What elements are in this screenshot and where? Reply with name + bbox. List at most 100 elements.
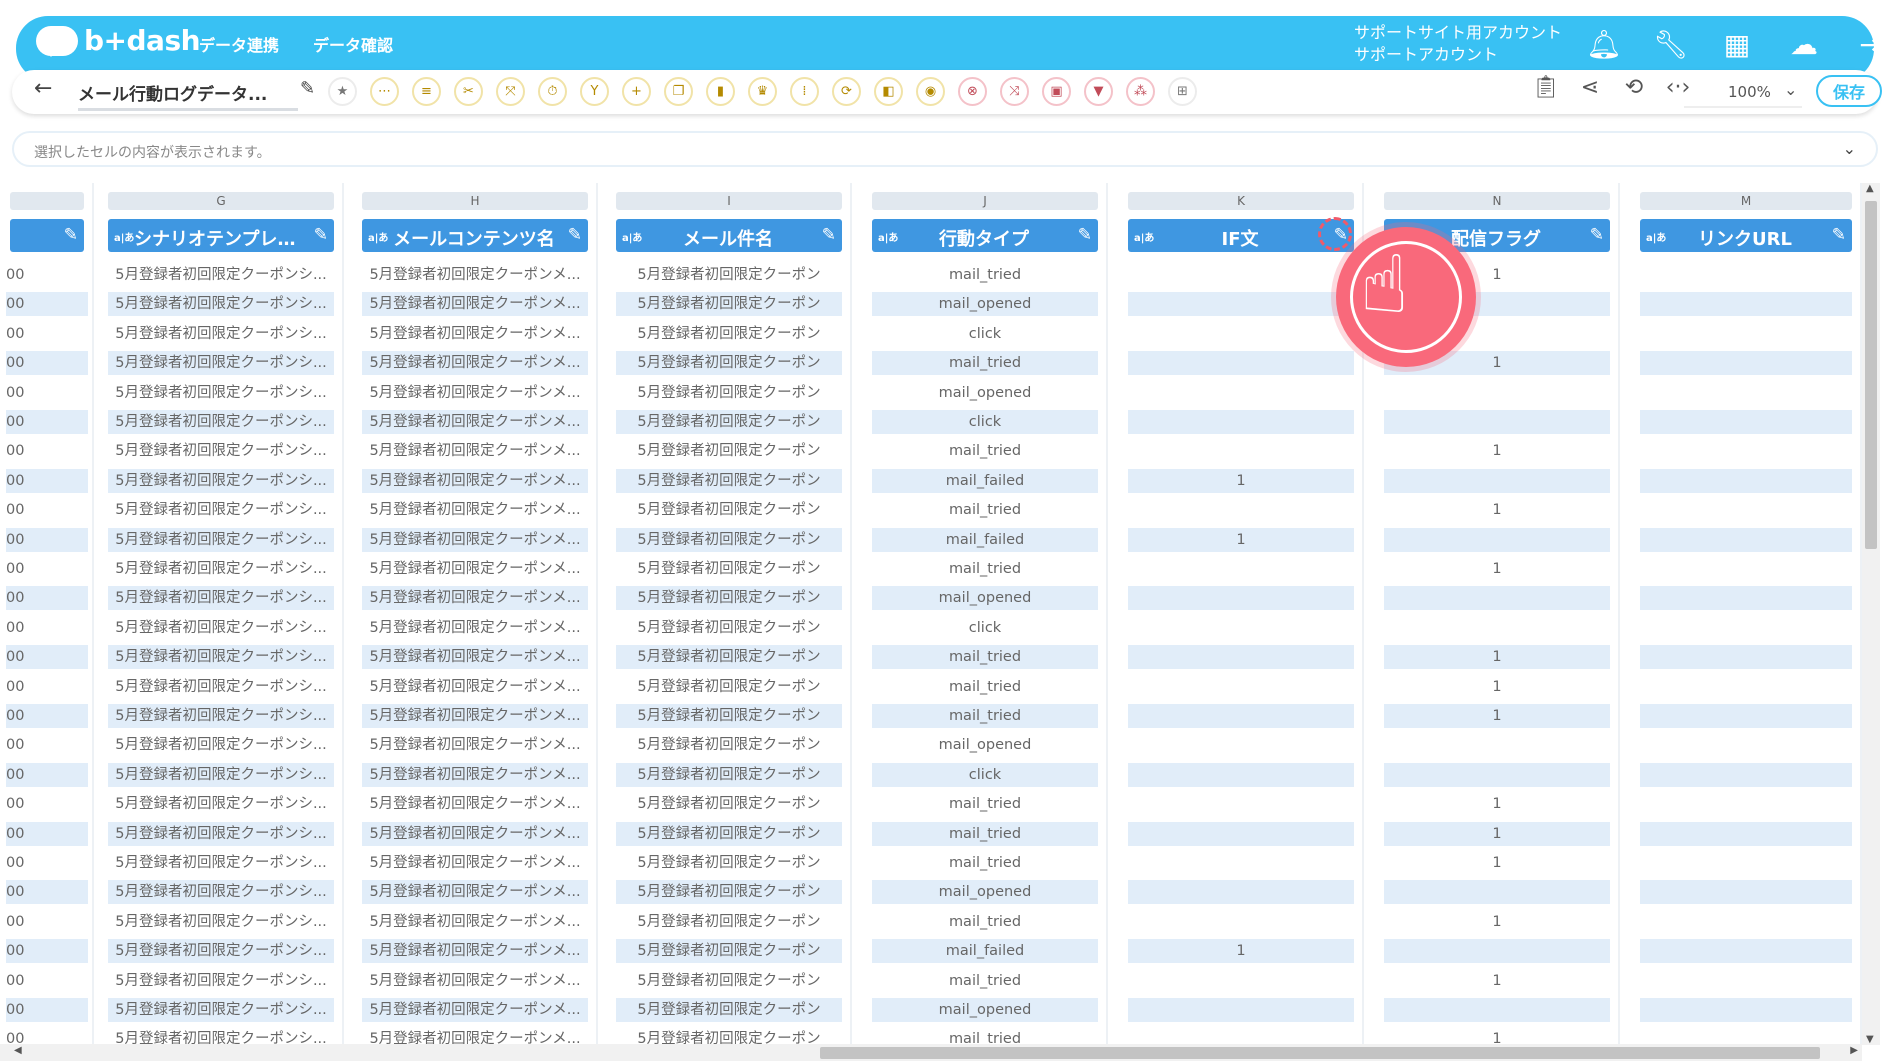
copy-icon[interactable]: ❐ xyxy=(664,77,693,106)
refresh-icon[interactable]: ⟳ xyxy=(832,77,861,106)
grid-cell[interactable]: 5月登録者初回限定クーポンシ... xyxy=(108,939,334,964)
grid-cell[interactable]: 00 xyxy=(6,821,88,846)
grid-cell[interactable]: 5月登録者初回限定クーポンメ... xyxy=(362,821,588,846)
grid-cell[interactable] xyxy=(1128,616,1354,640)
grid-cell[interactable] xyxy=(1640,351,1852,376)
grid-cell[interactable] xyxy=(1384,527,1610,552)
back-arrow-icon[interactable]: ← xyxy=(34,76,52,101)
grid-cell[interactable]: mail_failed xyxy=(872,939,1098,964)
edit-column-icon[interactable]: ✎ xyxy=(822,225,836,245)
grid-cell[interactable]: 5月登録者初回限定クーポン xyxy=(616,645,842,670)
grid-cell[interactable] xyxy=(1640,527,1852,552)
grid-cell[interactable]: 5月登録者初回限定クーポンメ... xyxy=(362,998,588,1022)
grid-cell[interactable]: mail_opened xyxy=(872,998,1098,1022)
grid-cell[interactable] xyxy=(1384,733,1610,757)
column-letter[interactable] xyxy=(10,192,84,210)
grid-cell[interactable]: 5月登録者初回限定クーポンメ... xyxy=(362,704,588,728)
grid-cell[interactable]: 5月登録者初回限定クーポン xyxy=(616,527,842,552)
grid-cell[interactable]: 1 xyxy=(1128,939,1354,964)
grid-cell[interactable]: mail_tried xyxy=(872,263,1098,287)
column-header[interactable]: a|あ リンクURL ✎ xyxy=(1640,219,1852,252)
grid-cell[interactable] xyxy=(1384,468,1610,493)
column-letter[interactable]: K xyxy=(1128,192,1354,210)
grid-cell[interactable]: 5月登録者初回限定クーポンシ... xyxy=(108,704,334,728)
grid-cell[interactable] xyxy=(1128,322,1354,346)
grid-cell[interactable]: mail_tried xyxy=(872,498,1098,522)
lock-icon[interactable]: ◧ xyxy=(874,77,903,106)
grid-cell[interactable] xyxy=(1128,351,1354,376)
share-icon[interactable]: ⋖ xyxy=(1576,75,1604,100)
grid-cell[interactable]: 5月登録者初回限定クーポン xyxy=(616,704,842,728)
grid-cell[interactable]: 5月登録者初回限定クーポン xyxy=(616,821,842,846)
grid-cell[interactable]: 1 xyxy=(1384,704,1610,728)
grid-cell[interactable] xyxy=(1640,616,1852,640)
grid-cell[interactable]: 00 xyxy=(6,410,88,434)
apps-grid-icon[interactable]: ▦ xyxy=(1720,28,1754,61)
chat-cloud-icon[interactable]: ☁ xyxy=(1787,28,1821,61)
vertical-scroll-thumb[interactable] xyxy=(1865,201,1877,549)
vertical-scrollbar[interactable]: ▲ ▼ xyxy=(1862,183,1880,1045)
logout-icon[interactable]: ⇥ xyxy=(1854,28,1888,61)
grid-cell[interactable] xyxy=(1640,939,1852,964)
grid-cell[interactable]: 00 xyxy=(6,616,88,640)
grid-cell[interactable] xyxy=(1640,468,1852,493)
grid-cell[interactable] xyxy=(1640,910,1852,934)
grid-cell[interactable]: 5月登録者初回限定クーポンシ... xyxy=(108,292,334,317)
grid-cell[interactable] xyxy=(1640,821,1852,846)
grid-cell[interactable]: 1 xyxy=(1384,851,1610,875)
grid-cell[interactable] xyxy=(1128,263,1354,287)
grid-cell[interactable]: 5月登録者初回限定クーポンメ... xyxy=(362,468,588,493)
grid-cell[interactable]: 5月登録者初回限定クーポン xyxy=(616,675,842,699)
grid-cell[interactable]: 5月登録者初回限定クーポンメ... xyxy=(362,1027,588,1045)
grid-cell[interactable] xyxy=(1384,998,1610,1022)
grid-cell[interactable]: mail_tried xyxy=(872,675,1098,699)
grid-cell[interactable]: 5月登録者初回限定クーポン xyxy=(616,351,842,376)
grid-cell[interactable]: mail_tried xyxy=(872,969,1098,993)
grid-cell[interactable] xyxy=(1640,322,1852,346)
grid-cell[interactable] xyxy=(1640,733,1852,757)
grid-cell[interactable]: mail_failed xyxy=(872,527,1098,552)
nav-data-check[interactable]: データ確認 xyxy=(313,32,393,56)
grid-cell[interactable]: 5月登録者初回限定クーポン xyxy=(616,880,842,905)
grid-cell[interactable]: 5月登録者初回限定クーポン xyxy=(616,557,842,581)
grid-cell[interactable] xyxy=(1128,910,1354,934)
grid-cell[interactable]: 5月登録者初回限定クーポンメ... xyxy=(362,322,588,346)
grid-cell[interactable]: 5月登録者初回限定クーポンメ... xyxy=(362,969,588,993)
grid-cell[interactable] xyxy=(1640,292,1852,317)
grid-cell[interactable]: 1 xyxy=(1384,557,1610,581)
scroll-up-icon[interactable]: ▲ xyxy=(1866,183,1874,194)
grid-cell[interactable]: 1 xyxy=(1384,969,1610,993)
grid-cell[interactable]: 5月登録者初回限定クーポンメ... xyxy=(362,439,588,463)
grid-cell[interactable]: 5月登録者初回限定クーポンメ... xyxy=(362,851,588,875)
grid-cell[interactable]: 1 xyxy=(1384,675,1610,699)
grid-cell[interactable]: 00 xyxy=(6,675,88,699)
cancel-circle-icon[interactable]: ⊗ xyxy=(958,77,987,106)
grid-cell[interactable]: 5月登録者初回限定クーポンメ... xyxy=(362,351,588,376)
grid-cell[interactable] xyxy=(1384,616,1610,640)
grid-cell[interactable]: mail_tried xyxy=(872,645,1098,670)
grid-cell[interactable]: 5月登録者初回限定クーポンメ... xyxy=(362,762,588,787)
grid-cell[interactable]: 5月登録者初回限定クーポンシ... xyxy=(108,910,334,934)
grid-cell[interactable]: 5月登録者初回限定クーポン xyxy=(616,263,842,287)
grid-cell[interactable]: 00 xyxy=(6,733,88,757)
grid-cell[interactable]: mail_tried xyxy=(872,351,1098,376)
cell-content-bar[interactable]: 選択したセルの内容が表示されます。 ⌄ xyxy=(12,131,1878,167)
grid-cell[interactable] xyxy=(1384,381,1610,405)
grid-cell[interactable]: 5月登録者初回限定クーポンシ... xyxy=(108,586,334,611)
pattern-icon[interactable]: ⁂ xyxy=(1126,77,1155,106)
grid-cell[interactable]: 00 xyxy=(6,586,88,611)
grid-cell[interactable] xyxy=(1128,880,1354,905)
grid-cell[interactable] xyxy=(1640,1027,1852,1045)
grid-cell[interactable] xyxy=(1384,880,1610,905)
grid-cell[interactable]: 5月登録者初回限定クーポンメ... xyxy=(362,733,588,757)
grid-cell[interactable]: click xyxy=(872,410,1098,434)
grid-cell[interactable]: 5月登録者初回限定クーポン xyxy=(616,851,842,875)
grid-cell[interactable]: 00 xyxy=(6,263,88,287)
grid-cell[interactable]: 5月登録者初回限定クーポンシ... xyxy=(108,322,334,346)
more-icon[interactable]: ⋯ xyxy=(370,77,399,106)
grid-cell[interactable]: 00 xyxy=(6,645,88,670)
crown-icon[interactable]: ♛ xyxy=(748,77,777,106)
grid-cell[interactable] xyxy=(1128,292,1354,317)
grid-cell[interactable]: 5月登録者初回限定クーポン xyxy=(616,762,842,787)
grid-cell[interactable]: 00 xyxy=(6,939,88,964)
